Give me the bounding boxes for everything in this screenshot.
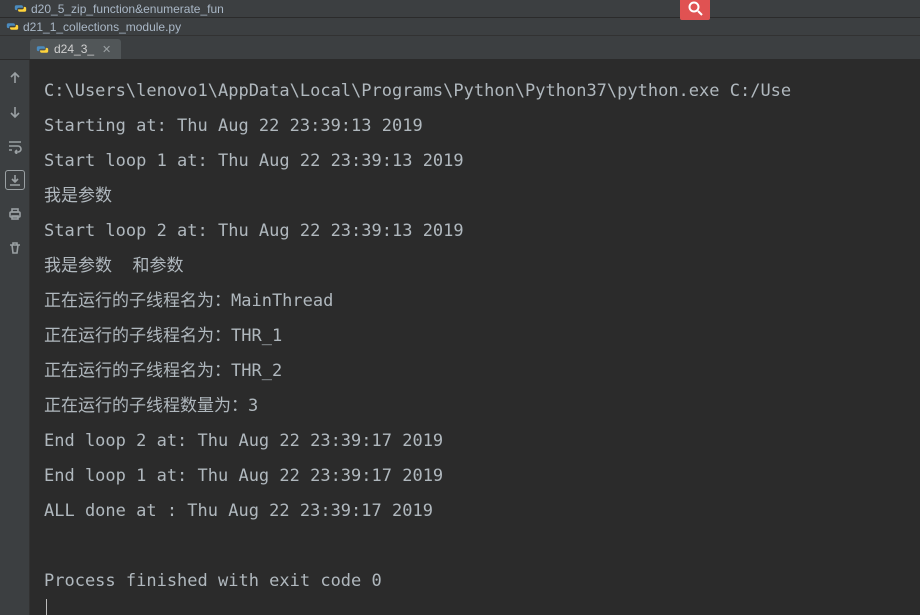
editor-tabs-row-2: d21_1_collections_module.py xyxy=(0,18,920,36)
scroll-to-end-button[interactable] xyxy=(5,170,25,190)
run-tabs-strip: d24_3_ ✕ xyxy=(0,36,920,60)
run-console[interactable]: C:\Users\lenovo1\AppData\Local\Programs\… xyxy=(30,60,920,615)
scroll-to-top-button[interactable] xyxy=(5,68,25,88)
python-icon xyxy=(14,2,27,15)
python-icon xyxy=(36,43,49,56)
console-output: C:\Users\lenovo1\AppData\Local\Programs\… xyxy=(44,74,920,599)
arrow-up-icon xyxy=(7,70,23,86)
editor-tabs-row-1: d20_5_zip_function&enumerate_fun xyxy=(0,0,920,18)
python-icon xyxy=(6,20,19,33)
clear-button[interactable] xyxy=(5,238,25,258)
print-icon xyxy=(7,206,23,222)
scroll-to-bottom-button[interactable] xyxy=(5,102,25,122)
editor-tab-d20-5[interactable]: d20_5_zip_function&enumerate_fun xyxy=(6,0,232,17)
editor-tab-d21-1[interactable]: d21_1_collections_module.py xyxy=(6,20,181,34)
search-button[interactable] xyxy=(680,0,710,20)
editor-tab-label: d21_1_collections_module.py xyxy=(23,20,181,34)
search-icon xyxy=(687,0,703,16)
text-caret xyxy=(46,599,47,615)
run-tab-label: d24_3_ xyxy=(54,42,94,56)
close-icon[interactable]: ✕ xyxy=(102,43,111,56)
trash-icon xyxy=(7,240,23,256)
run-tab-d24-3[interactable]: d24_3_ ✕ xyxy=(30,39,121,59)
print-button[interactable] xyxy=(5,204,25,224)
wrap-icon xyxy=(7,138,23,154)
download-icon xyxy=(7,172,23,188)
soft-wrap-button[interactable] xyxy=(5,136,25,156)
editor-tab-label: d20_5_zip_function&enumerate_fun xyxy=(31,2,224,16)
run-tool-gutter xyxy=(0,60,30,615)
arrow-down-icon xyxy=(7,104,23,120)
